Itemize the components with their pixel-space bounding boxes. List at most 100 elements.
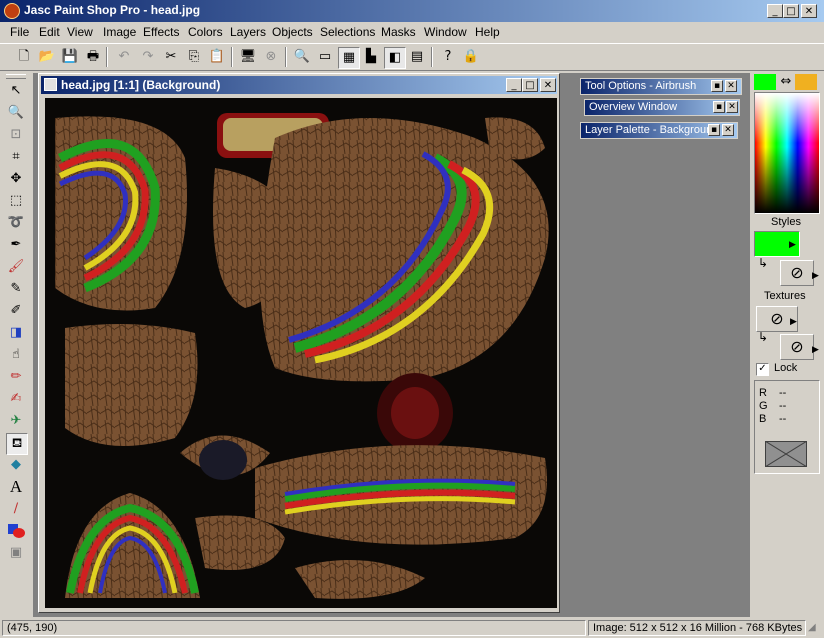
layers-icon[interactable]: ▙ (361, 47, 381, 67)
toolbar-separator (431, 47, 433, 67)
close-button[interactable]: ✕ (801, 4, 817, 18)
save-icon[interactable]: 💾 (60, 47, 80, 67)
background-style-null-icon[interactable]: ⊘ (780, 260, 814, 286)
layer-palette[interactable]: Layer Palette - Background ▪ ✕ (580, 122, 738, 139)
doc-maximize-button[interactable]: □ (522, 78, 538, 92)
paintbrush-tool-icon[interactable]: 🖌 (6, 257, 26, 277)
new-icon[interactable]: 🗋 (14, 47, 34, 67)
doc-minimize-button[interactable]: _ (506, 78, 522, 92)
green-value: -- (779, 400, 787, 412)
menu-masks[interactable]: Masks (381, 25, 416, 39)
cut-icon[interactable]: ✂ (161, 47, 181, 67)
text-tool-icon-alt[interactable]: ◆ (6, 455, 26, 475)
styles-label: Styles (771, 216, 801, 228)
browse-icon[interactable]: 🖥 (238, 47, 258, 67)
color-palette-panel: ⇔ Styles ▶ ↳ ⊘ ▶ Textures ⊘ ▶ ↳ ⊘ ▶ ✓ Lo… (752, 72, 824, 618)
menu-edit[interactable]: Edit (39, 25, 60, 39)
menu-objects[interactable]: Objects (272, 25, 313, 39)
palette-close-button[interactable]: ✕ (725, 80, 737, 92)
cancel-icon[interactable]: ⊗ (261, 47, 281, 67)
freehand-tool-icon[interactable]: ➰ (6, 213, 26, 233)
open-icon[interactable]: 📂 (37, 47, 57, 67)
palette-icon[interactable]: ▦ (338, 47, 360, 69)
zoom-icon[interactable]: 🔍 (292, 47, 312, 67)
crop-tool-icon[interactable]: ⌗ (6, 147, 26, 167)
menu-layers[interactable]: Layers (230, 25, 266, 39)
layer-palette-title: Layer Palette - Background (585, 124, 719, 136)
menu-image[interactable]: Image (103, 25, 136, 39)
swap-colors-icon[interactable]: ⇔ (779, 74, 793, 90)
menu-window[interactable]: Window (424, 25, 467, 39)
selection-tool-icon[interactable]: ⬚ (6, 191, 26, 211)
foreground-swatch[interactable] (754, 74, 776, 90)
document-title-bar[interactable]: head.jpg [1:1] (Background) _ □ ✕ (41, 76, 557, 94)
airbrush-tool-icon[interactable]: ✈ (6, 411, 26, 431)
toolbar-icon[interactable]: ▤ (407, 47, 427, 67)
histogram-icon[interactable]: ▭ (315, 47, 335, 67)
menu-file[interactable]: File (10, 25, 29, 39)
menu-selections[interactable]: Selections (320, 25, 375, 39)
object-selector-icon[interactable]: ▣ (6, 543, 26, 563)
mover-tool-icon[interactable]: ✥ (6, 169, 26, 189)
arrow-tool-icon[interactable]: ↖ (6, 81, 26, 101)
eraser-tool-icon[interactable]: ✏ (6, 367, 26, 387)
lock-checkbox[interactable]: ✓ (756, 363, 769, 376)
text-tool-icon[interactable]: A (6, 477, 26, 497)
color-info-box: R -- G -- B -- (754, 380, 820, 474)
resize-grip-icon[interactable]: ◢ (808, 622, 822, 636)
picture-tube-icon[interactable]: ✍ (6, 389, 26, 409)
palette-close-button[interactable]: ✕ (722, 124, 734, 136)
standard-toolbar: 🗋 📂 💾 🖶 ↶ ↷ ✂ ⎘ 📋 🖥 ⊗ 🔍 ▭ ▦ ▙ ◧ ▤ ? 🔒 (0, 43, 824, 71)
texture-image (55, 113, 549, 599)
paste-icon[interactable]: 📋 (207, 47, 227, 67)
redo-icon[interactable]: ↷ (138, 47, 158, 67)
retouch-tool-icon[interactable]: ◨ (6, 323, 26, 343)
menu-help[interactable]: Help (475, 25, 500, 39)
swap-textures-icon[interactable]: ↳ (758, 330, 768, 344)
copy-icon[interactable]: ⎘ (184, 47, 204, 67)
maximize-button[interactable]: □ (783, 4, 799, 18)
draw-tool-icon[interactable]: ∕ (6, 499, 26, 519)
color-replacer-icon[interactable]: ✐ (6, 301, 26, 321)
zoom-tool-icon[interactable]: 🔍 (6, 103, 26, 123)
tool-options-palette[interactable]: Tool Options - Airbrush ▪ ✕ (580, 78, 742, 95)
overview-palette[interactable]: Overview Window ▪ ✕ (584, 99, 740, 116)
background-swatch[interactable] (795, 74, 817, 90)
palette-close-button[interactable]: ✕ (726, 101, 738, 113)
palette-pin-button[interactable]: ▪ (711, 80, 723, 92)
color-picker[interactable] (754, 92, 820, 214)
minimize-button[interactable]: _ (767, 4, 783, 18)
swap-styles-icon[interactable]: ↳ (758, 256, 768, 270)
texture-dropdown-icon[interactable]: ▶ (812, 344, 819, 355)
deformation-tool-icon[interactable]: ⊡ (6, 125, 26, 145)
cursor-coordinates: (475, 190) (2, 620, 586, 636)
lock-icon[interactable]: 🔒 (461, 47, 481, 67)
palette-pin-button[interactable]: ▪ (713, 101, 725, 113)
palette-pin-button[interactable]: ▪ (708, 124, 720, 136)
palette-grip[interactable] (6, 74, 26, 79)
texture-dropdown-icon[interactable]: ▶ (790, 316, 797, 327)
doc-close-button[interactable]: ✕ (540, 78, 556, 92)
menu-colors[interactable]: Colors (188, 25, 223, 39)
print-icon[interactable]: 🖶 (83, 47, 103, 67)
dropper-tool-icon[interactable]: ✒ (6, 235, 26, 255)
document-icon[interactable] (44, 78, 57, 91)
menu-view[interactable]: View (67, 25, 93, 39)
style-dropdown-icon[interactable]: ▶ (789, 239, 796, 250)
menu-effects[interactable]: Effects (143, 25, 179, 39)
toolbar-separator (106, 47, 108, 67)
help-icon[interactable]: ? (438, 47, 458, 67)
background-texture-null-icon[interactable]: ⊘ (780, 334, 814, 360)
toolbar-separator (285, 47, 287, 67)
undo-icon[interactable]: ↶ (114, 47, 134, 67)
overview-icon[interactable]: ◧ (384, 47, 406, 69)
style-dropdown-icon[interactable]: ▶ (812, 270, 819, 281)
scratch-remover-icon[interactable]: ☝ (6, 345, 26, 365)
app-icon[interactable] (4, 3, 20, 19)
flood-fill-icon[interactable]: ⛾ (6, 433, 28, 455)
lock-label: Lock (774, 362, 798, 374)
preset-shapes-icon[interactable] (6, 521, 26, 541)
texture-patch (65, 324, 198, 446)
image-canvas[interactable] (45, 98, 557, 608)
clone-brush-icon[interactable]: ✎ (6, 279, 26, 299)
